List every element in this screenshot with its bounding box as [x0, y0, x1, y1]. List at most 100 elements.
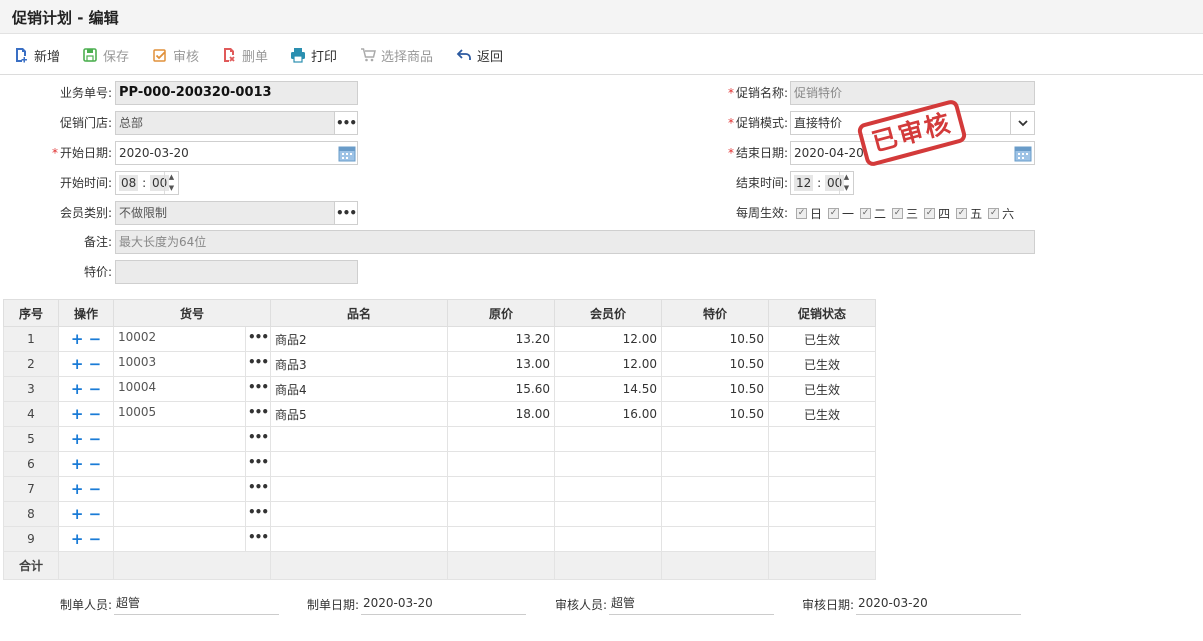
weekday-tue[interactable]: ✓ 二 — [860, 205, 886, 222]
checkbox-icon[interactable]: ✓ — [956, 207, 968, 219]
start-time-spinner[interactable]: 08 : 00 ▲ ▼ — [115, 171, 179, 195]
calendar-icon[interactable] — [1012, 142, 1034, 164]
row-status: 已生效 — [768, 401, 876, 427]
end-time-spinner[interactable]: 12 : 00 ▲ ▼ — [790, 171, 854, 195]
promo-name-input[interactable]: 促销特价 — [790, 81, 1035, 105]
chevron-down-icon[interactable] — [1010, 111, 1034, 135]
spinner-arrows-icon[interactable]: ▲ ▼ — [839, 172, 853, 194]
table-row[interactable]: 7 + − ••• — [3, 476, 876, 502]
table-row[interactable]: 1 + − 10002 ••• 商品2 13.20 12.00 10.50 已生效 — [3, 326, 876, 352]
save-button[interactable]: 保存 — [82, 44, 129, 66]
weekday-mon[interactable]: ✓ 一 — [828, 205, 854, 222]
table-row[interactable]: 8 + − ••• — [3, 501, 876, 527]
row-special-price[interactable] — [661, 526, 769, 552]
table-row[interactable]: 6 + − ••• — [3, 451, 876, 477]
make-date-value: 2020-03-20 — [361, 592, 526, 615]
row-status — [768, 426, 876, 452]
row-code-cell[interactable]: ••• — [113, 476, 271, 502]
row-code-cell[interactable]: 10004 ••• — [113, 376, 271, 402]
checkbox-icon[interactable]: ✓ — [796, 207, 807, 219]
member-type-field[interactable]: 不做限制 — [115, 201, 335, 225]
row-add-remove-buttons[interactable]: + − — [58, 501, 114, 527]
row-code-picker-button[interactable]: ••• — [245, 402, 270, 426]
weekday-wed[interactable]: ✓ 三 — [892, 205, 918, 222]
delete-button[interactable]: 删单 — [221, 44, 268, 66]
table-row[interactable]: 5 + − ••• — [3, 426, 876, 452]
row-special-price[interactable] — [661, 451, 769, 477]
store-field[interactable]: 总部 — [115, 111, 335, 135]
row-code-cell[interactable]: ••• — [113, 526, 271, 552]
weekday-fri[interactable]: ✓ 五 — [956, 205, 982, 222]
calendar-icon[interactable] — [336, 142, 358, 164]
row-code-picker-button[interactable]: ••• — [245, 527, 270, 551]
back-button[interactable]: 返回 — [456, 44, 503, 66]
row-special-price[interactable]: 10.50 — [661, 326, 769, 352]
start-date-field[interactable]: 2020-03-20 — [115, 141, 358, 165]
row-code-cell[interactable]: 10003 ••• — [113, 351, 271, 377]
row-code-picker-button[interactable]: ••• — [245, 502, 270, 526]
row-name: 商品3 — [270, 351, 448, 377]
store-picker-button[interactable]: ••• — [334, 111, 358, 135]
start-time-label: 开始时间: — [59, 176, 112, 190]
weekday-sun[interactable]: ✓ 日 — [796, 205, 822, 222]
row-add-remove-buttons[interactable]: + − — [58, 401, 114, 427]
end-hour[interactable]: 12 — [794, 175, 814, 191]
table-row[interactable]: 4 + − 10005 ••• 商品5 18.00 16.00 10.50 已生效 — [3, 401, 876, 427]
row-add-remove-buttons[interactable]: + − — [58, 451, 114, 477]
col-name: 品名 — [270, 299, 448, 327]
row-code-picker-button[interactable]: ••• — [245, 477, 270, 501]
row-special-price[interactable] — [661, 426, 769, 452]
row-add-remove-buttons[interactable]: + − — [58, 426, 114, 452]
special-price-field[interactable] — [115, 260, 358, 284]
row-special-price[interactable] — [661, 476, 769, 502]
row-add-remove-buttons[interactable]: + − — [58, 476, 114, 502]
new-button[interactable]: 新增 — [13, 44, 60, 66]
row-code-picker-button[interactable]: ••• — [245, 452, 270, 476]
row-code-picker-button[interactable]: ••• — [245, 327, 270, 351]
weekday-thu[interactable]: ✓ 四 — [924, 205, 950, 222]
promo-mode-label: * 促销模式: — [727, 116, 788, 130]
checkbox-icon[interactable]: ✓ — [988, 207, 1000, 219]
row-add-remove-buttons[interactable]: + − — [58, 526, 114, 552]
checkbox-icon[interactable]: ✓ — [892, 207, 904, 219]
make-date-label: 制单日期: — [307, 598, 360, 612]
audit-button[interactable]: 审核 — [152, 44, 199, 66]
row-code-cell[interactable]: ••• — [113, 501, 271, 527]
select-goods-button[interactable]: 选择商品 — [360, 44, 433, 66]
row-special-price[interactable]: 10.50 — [661, 351, 769, 377]
row-code-cell[interactable]: 10002 ••• — [113, 326, 271, 352]
print-button[interactable]: 打印 — [290, 44, 337, 66]
row-code-picker-button[interactable]: ••• — [245, 427, 270, 451]
table-row[interactable]: 2 + − 10003 ••• 商品3 13.00 12.00 10.50 已生效 — [3, 351, 876, 377]
row-code-picker-button[interactable]: ••• — [245, 377, 270, 401]
row-price: 15.60 — [447, 376, 555, 402]
row-code-picker-button[interactable]: ••• — [245, 352, 270, 376]
row-add-remove-buttons[interactable]: + − — [58, 326, 114, 352]
bill-no-field[interactable]: PP-000-200320-0013 — [115, 81, 358, 105]
checkbox-icon[interactable]: ✓ — [828, 207, 840, 219]
spinner-arrows-icon[interactable]: ▲ ▼ — [164, 172, 178, 194]
checkbox-icon[interactable]: ✓ — [924, 207, 936, 219]
col-special: 特价 — [661, 299, 769, 327]
row-add-remove-buttons[interactable]: + − — [58, 376, 114, 402]
member-type-picker-button[interactable]: ••• — [334, 201, 358, 225]
weekday-sat[interactable]: ✓ 六 — [988, 205, 1014, 222]
row-special-price[interactable] — [661, 501, 769, 527]
col-code: 货号 — [113, 299, 271, 327]
row-price — [447, 526, 555, 552]
member-type-label: 会员类别: — [59, 206, 112, 220]
row-special-price[interactable]: 10.50 — [661, 376, 769, 402]
row-seq: 8 — [3, 501, 59, 527]
row-code-cell[interactable]: ••• — [113, 451, 271, 477]
row-add-remove-buttons[interactable]: + − — [58, 351, 114, 377]
row-code: 10005 — [118, 405, 157, 419]
table-row[interactable]: 3 + − 10004 ••• 商品4 15.60 14.50 10.50 已生效 — [3, 376, 876, 402]
row-special-price[interactable]: 10.50 — [661, 401, 769, 427]
checkbox-icon[interactable]: ✓ — [860, 207, 872, 219]
remark-input[interactable]: 最大长度为64位 — [115, 230, 1035, 254]
row-code-cell[interactable]: ••• — [113, 426, 271, 452]
row-code-cell[interactable]: 10005 ••• — [113, 401, 271, 427]
table-row[interactable]: 9 + − ••• — [3, 526, 876, 552]
start-hour[interactable]: 08 — [119, 175, 139, 191]
total-row: 合计 — [3, 551, 876, 580]
